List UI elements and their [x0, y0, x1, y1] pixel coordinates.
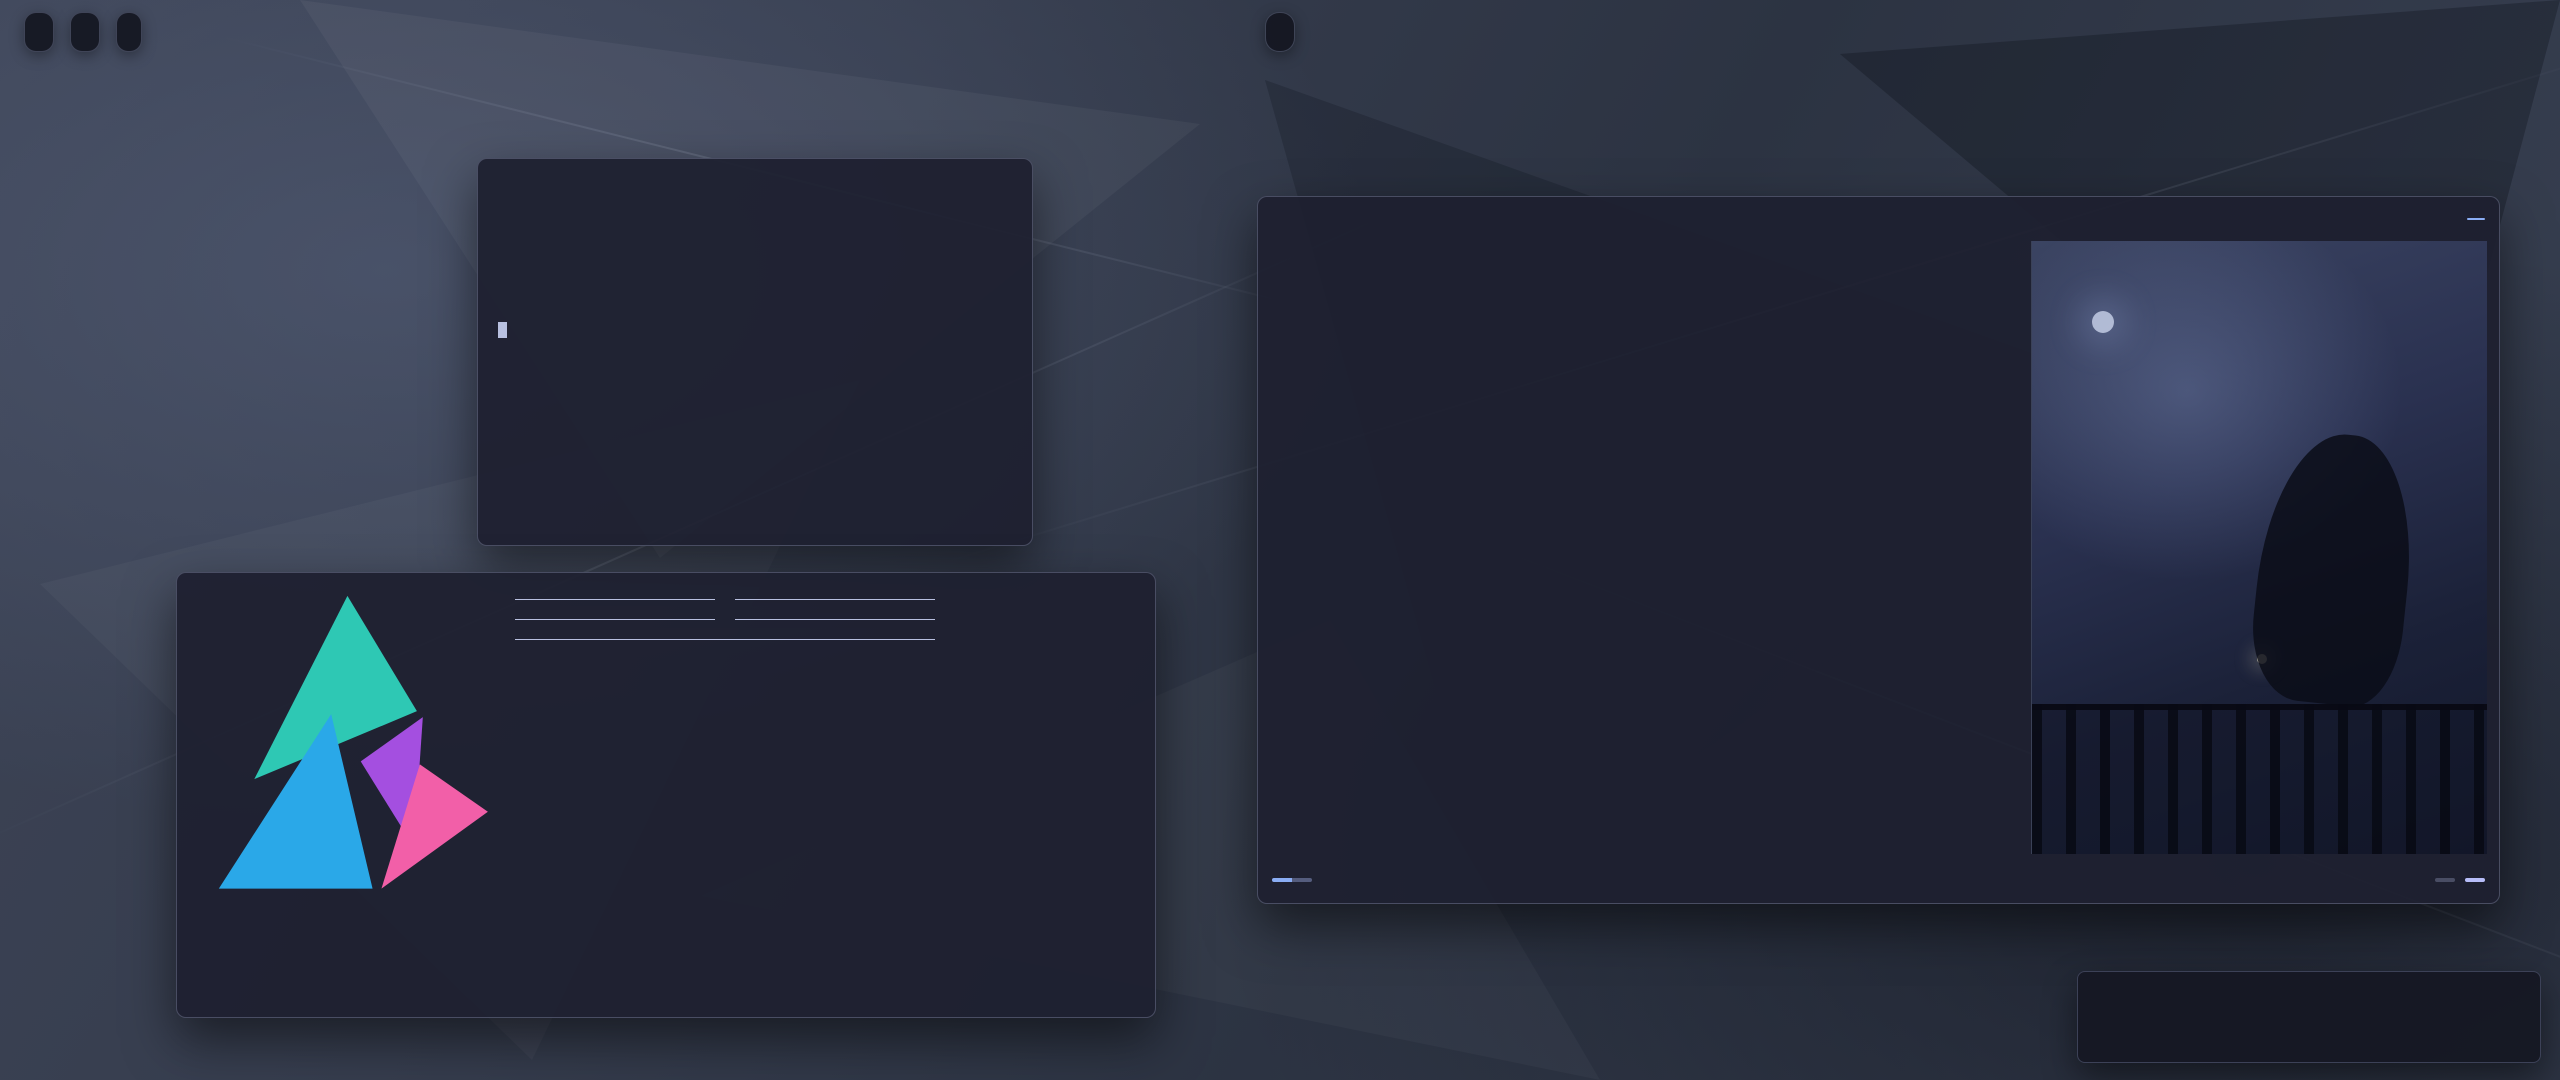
notification[interactable]	[2077, 971, 2541, 1063]
terminal-window[interactable]	[477, 158, 1033, 546]
preview-image	[2031, 241, 2487, 854]
statusbar-right	[2423, 878, 2485, 882]
top-bar-center	[1265, 12, 1295, 52]
prompt-cwd-line	[498, 216, 1012, 237]
tab-indicator[interactable]	[2467, 218, 2485, 220]
file-size-badge	[1292, 878, 1312, 882]
rule-line	[735, 599, 935, 600]
text-cursor	[498, 322, 507, 338]
blank-line	[498, 279, 1012, 300]
hardware-section-header	[515, 589, 935, 609]
listing-header	[498, 258, 1012, 279]
media-widget[interactable]	[1265, 12, 1295, 52]
workspaces	[70, 12, 100, 52]
statusbar-left	[1272, 878, 1324, 882]
bottom-rule	[515, 629, 935, 649]
file-manager-header	[1276, 207, 2485, 231]
rule-line	[515, 619, 715, 620]
file-manager-statusbar	[1272, 867, 2485, 893]
file-manager-window[interactable]	[1257, 196, 2500, 904]
list-position-badge	[2465, 878, 2485, 882]
shell-command-line	[498, 174, 1012, 195]
file-list	[1422, 241, 2028, 854]
audio-visualizer	[116, 12, 142, 52]
rule-line	[515, 599, 715, 600]
blank-line	[498, 195, 1012, 216]
rule-line	[735, 619, 935, 620]
shell-command-line	[498, 237, 1012, 258]
distro-logo	[195, 587, 491, 893]
launcher-button[interactable]	[24, 12, 54, 52]
prompt-cwd-line	[498, 300, 1012, 321]
preview-moon	[2092, 311, 2114, 333]
rule-line	[515, 639, 935, 640]
shell-prompt	[498, 321, 1012, 342]
fetch-info	[515, 589, 935, 661]
software-section-header	[515, 609, 935, 629]
mode-badge	[1272, 878, 1292, 882]
preview-railing	[2032, 704, 2487, 854]
top-bar	[0, 0, 2560, 58]
scroll-percent-badge	[2435, 878, 2455, 882]
fetch-window[interactable]	[176, 572, 1156, 1018]
